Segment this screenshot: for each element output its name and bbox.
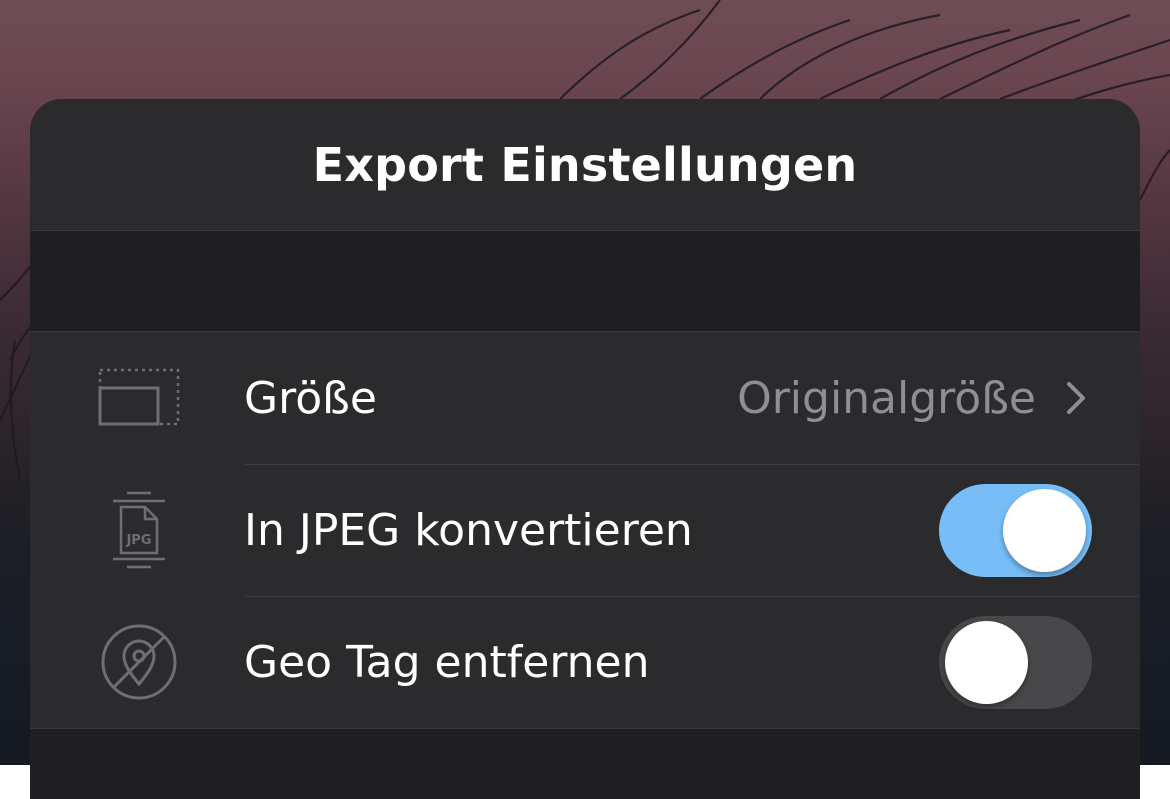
section-spacer [30, 231, 1140, 332]
remove-geotag-label: Geo Tag entfernen [244, 636, 650, 688]
convert-jpeg-toggle[interactable] [939, 483, 1092, 577]
size-value: Originalgröße [737, 372, 1036, 424]
location-off-icon [94, 617, 184, 707]
jpg-icon-label: JPG [125, 533, 151, 548]
remove-geotag-row: Geo Tag entfernen [30, 596, 1140, 728]
jpg-file-icon: JPG [94, 485, 184, 575]
export-settings-sheet: Export Einstellungen Größe Originalgröße [30, 99, 1140, 799]
remove-geotag-toggle[interactable] [939, 615, 1092, 709]
convert-jpeg-row: JPG In JPEG konvertieren [30, 464, 1140, 596]
chevron-right-icon [1067, 382, 1085, 414]
size-label: Größe [244, 372, 377, 424]
toggle-knob [1003, 488, 1086, 572]
settings-list: Größe Originalgröße JPG In JPEG konverti… [30, 332, 1140, 729]
size-setting-row[interactable]: Größe Originalgröße [30, 332, 1140, 464]
toggle-knob [945, 620, 1028, 704]
sheet-title: Export Einstellungen [312, 137, 858, 192]
convert-jpeg-label: In JPEG konvertieren [244, 504, 693, 556]
resize-frame-icon [94, 353, 184, 443]
sheet-header: Export Einstellungen [30, 99, 1140, 231]
